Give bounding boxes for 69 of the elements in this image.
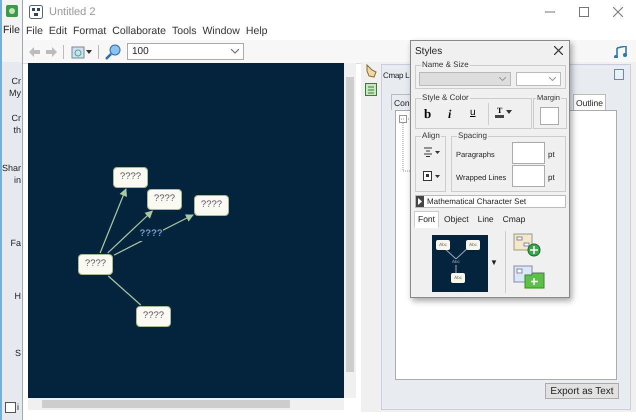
menu-item[interactable]: Help	[246, 24, 268, 40]
margin-field[interactable]	[540, 107, 559, 125]
menu-item[interactable]: Tools	[172, 24, 196, 40]
zoom-icon[interactable]	[105, 44, 121, 60]
spacing-field[interactable]	[512, 142, 545, 164]
list-icon[interactable]	[365, 83, 377, 96]
close-icon[interactable]	[554, 46, 563, 55]
caret-icon	[506, 110, 512, 114]
checkbox[interactable]	[5, 402, 16, 414]
dialog-title: Styles	[415, 45, 442, 59]
sidebar-item[interactable]: Cr My	[2, 75, 21, 99]
concept-node[interactable]: ????	[136, 306, 171, 327]
menu-item[interactable]: Collaborate	[112, 24, 166, 40]
preview-caret[interactable]: ▼	[490, 257, 498, 269]
bold-button[interactable]: b	[424, 107, 432, 121]
charset-expander[interactable]: Mathematical Character Set	[415, 195, 566, 208]
sidebar-item[interactable]: H	[2, 290, 21, 302]
group-label: Align	[421, 131, 441, 141]
dialog-tab[interactable]: Object	[440, 211, 473, 228]
checkbox-label: i	[17, 401, 19, 414]
expand-arrow-icon	[416, 196, 424, 207]
panel-tab[interactable]: Outline	[573, 94, 606, 110]
spacing-field[interactable]	[512, 165, 545, 187]
concept-node[interactable]: ????	[194, 195, 229, 216]
vertical-scrollbar[interactable]	[344, 63, 356, 398]
folder-add-icon[interactable]	[513, 265, 545, 289]
caret-icon	[549, 77, 556, 81]
unit-label: pt	[548, 149, 555, 161]
underline-button[interactable]: u	[470, 106, 476, 120]
menu-item[interactable]: Window	[202, 24, 240, 40]
export-button[interactable]: Export as Text	[545, 383, 619, 399]
caret-icon	[231, 49, 239, 54]
sidebar-item[interactable]: Cr th	[2, 112, 21, 136]
font-size-field[interactable]	[516, 72, 561, 86]
group-label: Name & Size	[421, 60, 470, 70]
sidebar-item[interactable]: Fa	[2, 237, 21, 249]
panel-title: Cmap L	[383, 70, 410, 82]
italic-button[interactable]: i	[448, 107, 452, 121]
unit-label: pt	[548, 172, 555, 184]
app-icon	[29, 5, 43, 19]
align-center-icon[interactable]	[422, 147, 440, 157]
app-icon[interactable]	[5, 4, 19, 18]
sidebar-item[interactable]: Shar in	[2, 162, 21, 186]
maximize-icon[interactable]	[579, 7, 589, 17]
menu-item[interactable]: Edit	[48, 24, 68, 40]
menu-item[interactable]: File	[3, 23, 20, 39]
map-add-icon[interactable]	[513, 233, 541, 257]
concept-node[interactable]: ????	[147, 189, 182, 210]
group-label: Style & Color	[421, 93, 470, 103]
text-color-button[interactable]: T	[495, 106, 512, 118]
menu-item[interactable]: File	[26, 24, 43, 40]
dialog-tab[interactable]: Font	[414, 211, 440, 228]
window-title: Untitled 2	[49, 4, 96, 20]
concept-node[interactable]: ????	[78, 254, 113, 275]
minimize-button[interactable]	[614, 69, 624, 80]
dialog-tab[interactable]: Line	[474, 211, 498, 228]
group-label: Spacing	[457, 131, 488, 141]
valign-icon[interactable]	[422, 171, 440, 181]
font-name-field[interactable]	[419, 72, 511, 86]
dialog-tab[interactable]: Cmap	[498, 211, 530, 228]
horizontal-scrollbar[interactable]	[28, 398, 344, 410]
music-notes-icon[interactable]	[614, 46, 628, 58]
zoom-field[interactable]: 100	[127, 43, 244, 60]
sidebar-item[interactable]: S	[2, 347, 21, 359]
tree-lines-icon	[398, 113, 412, 173]
menu-item[interactable]: Format	[73, 24, 106, 40]
concept-node[interactable]: ????	[113, 167, 148, 188]
caret-icon	[499, 77, 506, 81]
link-label[interactable]: ????	[140, 227, 163, 242]
